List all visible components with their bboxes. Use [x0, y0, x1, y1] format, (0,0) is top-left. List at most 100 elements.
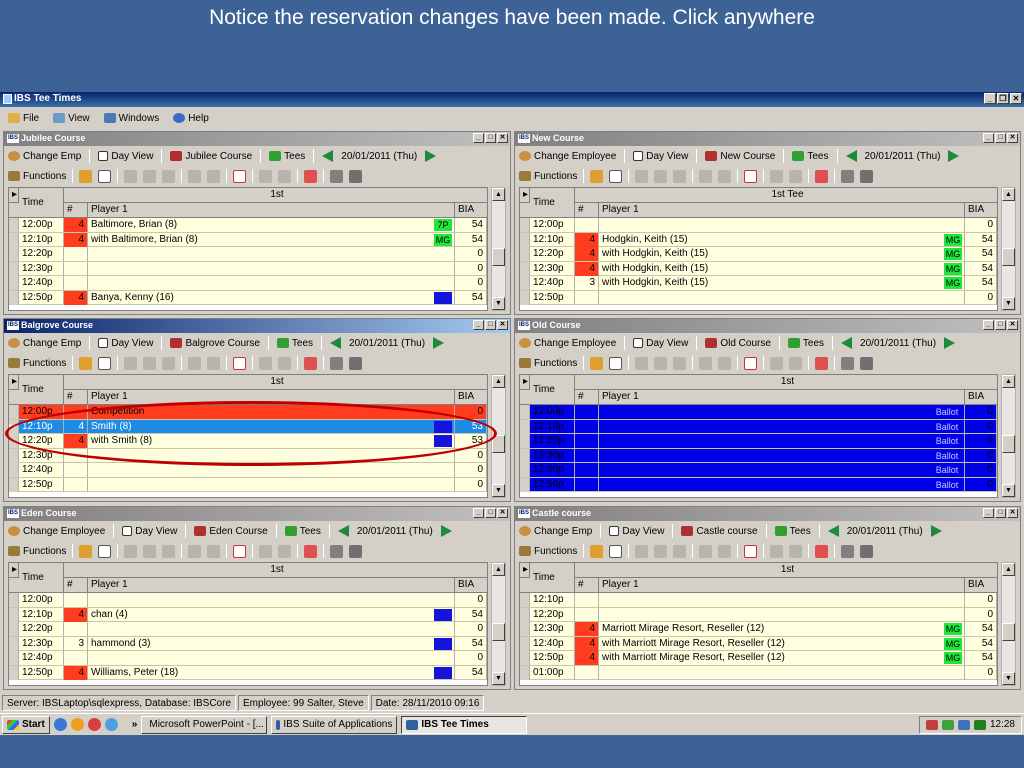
scroll-up-button[interactable]: ▲	[1002, 375, 1015, 388]
start-button[interactable]: Start	[2, 715, 50, 734]
paste-icon[interactable]	[162, 544, 176, 558]
cut-icon[interactable]	[124, 169, 138, 183]
close-button[interactable]: ✕	[1010, 93, 1022, 104]
previous-day-arrow-icon[interactable]	[322, 150, 334, 162]
menu-view[interactable]: View	[49, 111, 94, 125]
day-view-button[interactable]: Day View	[122, 526, 177, 537]
lock-icon[interactable]	[259, 169, 273, 183]
report-icon[interactable]	[304, 356, 318, 370]
previous-day-arrow-icon[interactable]	[337, 525, 349, 537]
scroll-up-button[interactable]: ▲	[492, 563, 505, 576]
golfer-icon[interactable]	[188, 356, 202, 370]
pane-maximize-button[interactable]: □	[995, 133, 1006, 143]
scroll-down-button[interactable]: ▼	[1002, 484, 1015, 497]
scroll-down-button[interactable]: ▼	[492, 484, 505, 497]
print-icon[interactable]	[330, 544, 344, 558]
scroll-thumb[interactable]	[492, 248, 505, 266]
book-icon[interactable]	[590, 544, 604, 558]
tee-time-row[interactable]: 12:30p Ballot 0	[520, 448, 997, 463]
functions-button[interactable]: Functions	[519, 358, 577, 369]
copy-icon[interactable]	[143, 544, 157, 558]
pane-minimize-button[interactable]: _	[473, 508, 484, 518]
tee-time-row[interactable]: 12:30p 0	[9, 448, 487, 463]
tee-time-row[interactable]: 12:20p 0	[9, 622, 487, 637]
tee-time-row[interactable]: 12:50p 4 Banya, Kenny (16) 54	[9, 290, 487, 305]
report-icon[interactable]	[815, 544, 829, 558]
course-button[interactable]: New Course	[705, 151, 775, 162]
tee-time-row[interactable]: 12:50p 0	[520, 290, 997, 305]
scroll-down-button[interactable]: ▼	[1002, 672, 1015, 685]
tee-time-row[interactable]: 01:00p 0	[520, 665, 997, 680]
tees-button[interactable]: Tees	[284, 526, 321, 537]
next-day-arrow-icon[interactable]	[948, 150, 960, 162]
scroll-down-button[interactable]: ▼	[1002, 297, 1015, 310]
report-icon[interactable]	[815, 356, 829, 370]
tee-time-row[interactable]: 12:10p 4 with Baltimore, Brian (8) MG 54	[9, 232, 487, 247]
tools-icon[interactable]	[278, 544, 292, 558]
opera-icon[interactable]	[87, 718, 101, 731]
golfer-icon[interactable]	[188, 544, 202, 558]
change-employee-button[interactable]: Change Employee	[519, 151, 616, 162]
copy-icon[interactable]	[143, 356, 157, 370]
copy-icon[interactable]	[654, 169, 668, 183]
change-employee-button[interactable]: Change Employee	[8, 526, 105, 537]
golfer-icon[interactable]	[699, 544, 713, 558]
scroll-thumb[interactable]	[1002, 623, 1015, 641]
scroll-up-button[interactable]: ▲	[1002, 563, 1015, 576]
cancel-booking-icon[interactable]	[744, 169, 758, 183]
tee-time-row[interactable]: 12:50p 4 Williams, Peter (18) 54	[9, 665, 487, 680]
flag-icon[interactable]	[207, 169, 221, 183]
cancel-booking-icon[interactable]	[233, 356, 247, 370]
grid-scrollbar[interactable]: ▲ ▼	[491, 187, 506, 311]
functions-button[interactable]: Functions	[519, 171, 577, 182]
tools-icon[interactable]	[278, 169, 292, 183]
tee-time-row[interactable]: ▸ 12:10p 4 Smith (8) 53	[9, 419, 487, 434]
paste-icon[interactable]	[673, 356, 687, 370]
scroll-up-button[interactable]: ▲	[492, 375, 505, 388]
course-button[interactable]: Eden Course	[194, 526, 268, 537]
tee-time-row[interactable]: 12:10p 4 chan (4) 54	[9, 607, 487, 622]
copy-icon[interactable]	[654, 356, 668, 370]
cancel-booking-icon[interactable]	[744, 544, 758, 558]
tee-time-row[interactable]: 12:00p Ballot 0	[520, 405, 997, 420]
tee-time-row[interactable]: 12:00p 0	[9, 593, 487, 608]
pane-maximize-button[interactable]: □	[995, 320, 1006, 330]
tray-icon-1[interactable]	[925, 719, 938, 730]
tools-icon[interactable]	[789, 169, 803, 183]
paste-icon[interactable]	[673, 544, 687, 558]
pane-maximize-button[interactable]: □	[485, 508, 496, 518]
print-preview-icon[interactable]	[860, 544, 874, 558]
change-employee-button[interactable]: Change Emp	[8, 338, 81, 349]
change-employee-button[interactable]: Change Emp	[8, 151, 81, 162]
day-view-button[interactable]: Day View	[609, 526, 664, 537]
pane-maximize-button[interactable]: □	[485, 133, 496, 143]
tee-time-row[interactable]: 12:10p Ballot 0	[520, 419, 997, 434]
grid-scrollbar[interactable]: ▲ ▼	[491, 562, 506, 686]
pane-close-button[interactable]: ✕	[1007, 133, 1018, 143]
functions-button[interactable]: Functions	[519, 546, 577, 557]
grid-scrollbar[interactable]: ▲ ▼	[1001, 562, 1016, 686]
menu-file[interactable]: File	[4, 111, 43, 125]
tee-time-row[interactable]: 12:20p 4 with Hodgkin, Keith (15) MG 54	[520, 247, 997, 262]
lock-icon[interactable]	[770, 544, 784, 558]
task-powerpoint[interactable]: Microsoft PowerPoint - [...	[141, 715, 268, 734]
tees-button[interactable]: Tees	[792, 151, 829, 162]
cut-icon[interactable]	[124, 544, 138, 558]
golfer-icon[interactable]	[699, 169, 713, 183]
report-icon[interactable]	[304, 169, 318, 183]
change-employee-button[interactable]: Change Emp	[519, 526, 592, 537]
paste-icon[interactable]	[162, 169, 176, 183]
tee-time-row[interactable]: 12:30p 3 hammond (3) 54	[9, 636, 487, 651]
calendar-icon[interactable]	[609, 169, 623, 183]
tee-time-row[interactable]: 12:30p 0	[9, 261, 487, 276]
print-preview-icon[interactable]	[860, 169, 874, 183]
previous-day-arrow-icon[interactable]	[841, 337, 853, 349]
calendar-icon[interactable]	[609, 356, 623, 370]
cut-icon[interactable]	[124, 356, 138, 370]
pane-close-button[interactable]: ✕	[497, 320, 508, 330]
tools-icon[interactable]	[278, 356, 292, 370]
restore-button[interactable]: ❐	[997, 93, 1009, 104]
book-icon[interactable]	[79, 356, 93, 370]
book-icon[interactable]	[590, 356, 604, 370]
print-preview-icon[interactable]	[349, 544, 363, 558]
